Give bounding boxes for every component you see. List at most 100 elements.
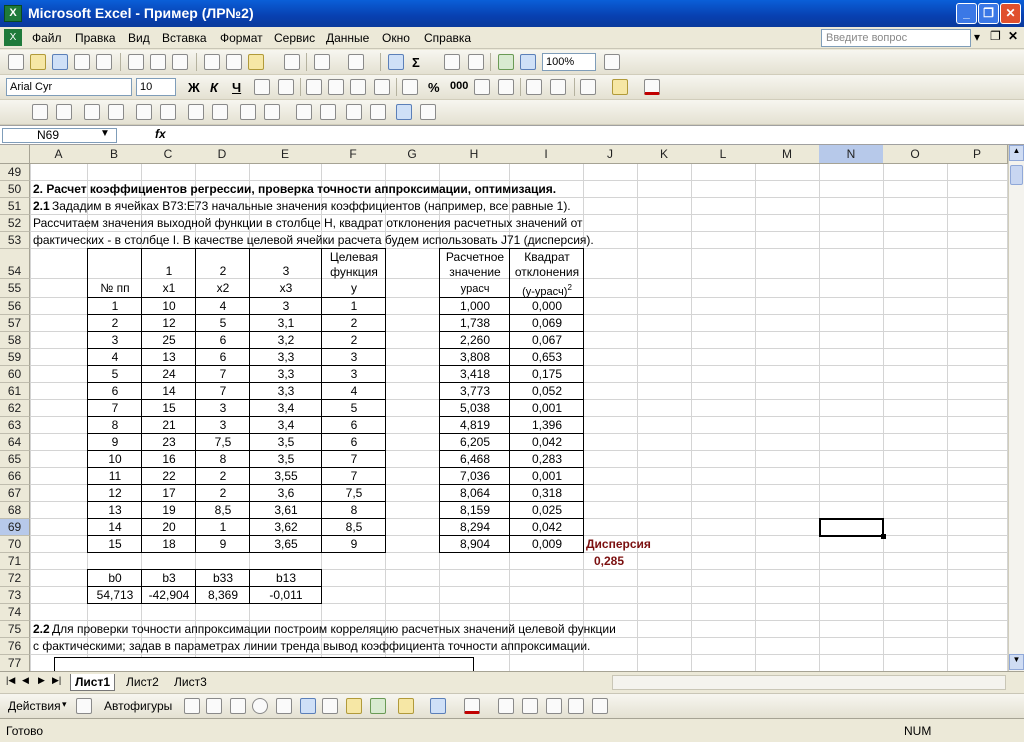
row-header-74[interactable]: 74: [0, 604, 30, 621]
column-header-p[interactable]: P: [947, 145, 1008, 164]
scroll-up-icon[interactable]: ▲: [1009, 145, 1024, 161]
increase-decimal-icon[interactable]: [474, 79, 490, 95]
column-header-f[interactable]: F: [321, 145, 386, 164]
row-header-73[interactable]: 73: [0, 587, 30, 604]
tab-sheet1[interactable]: Лист1: [70, 674, 116, 691]
horizontal-scrollbar[interactable]: [612, 675, 1006, 690]
row-header-65[interactable]: 65: [0, 451, 30, 468]
row-header-54[interactable]: 54: [0, 249, 30, 279]
diagram-icon[interactable]: [322, 698, 338, 714]
chart-frame[interactable]: [54, 657, 474, 671]
cut-icon[interactable]: [204, 54, 220, 70]
text-box-icon[interactable]: [276, 698, 292, 714]
vertical-scrollbar[interactable]: ▲ ▼: [1008, 145, 1024, 671]
column-header-c[interactable]: C: [141, 145, 196, 164]
font-size-select[interactable]: 10: [136, 78, 176, 96]
menu-data[interactable]: Данные: [326, 31, 369, 45]
select-all-corner[interactable]: [0, 145, 30, 164]
close-button[interactable]: ✕: [1000, 3, 1021, 24]
percent-button[interactable]: %: [428, 80, 440, 95]
select-objects-icon[interactable]: [76, 698, 92, 714]
edit-box-icon[interactable]: [56, 104, 72, 120]
row-header-61[interactable]: 61: [0, 383, 30, 400]
scroll-bar-icon[interactable]: [296, 104, 312, 120]
tab-sheet2[interactable]: Лист2: [122, 674, 163, 690]
fill-handle[interactable]: [881, 534, 886, 539]
email-icon[interactable]: [96, 54, 112, 70]
oval-icon[interactable]: [252, 698, 268, 714]
column-header-e[interactable]: E: [249, 145, 322, 164]
decrease-decimal-icon[interactable]: [498, 79, 514, 95]
arrow-style-icon[interactable]: [546, 698, 562, 714]
new-icon[interactable]: [8, 54, 24, 70]
checkbox-icon[interactable]: [136, 104, 152, 120]
row-header-55[interactable]: 55: [0, 279, 30, 298]
spelling-icon[interactable]: [172, 54, 188, 70]
print-icon[interactable]: [128, 54, 144, 70]
question-input[interactable]: Введите вопрос: [821, 29, 971, 47]
actions-dropdown-icon[interactable]: ▾: [62, 699, 67, 710]
column-header-j[interactable]: J: [583, 145, 638, 164]
first-sheet-icon[interactable]: |◀: [6, 675, 15, 686]
column-header-b[interactable]: B: [87, 145, 142, 164]
menu-help[interactable]: Справка: [424, 31, 471, 45]
open-icon[interactable]: [30, 54, 46, 70]
row-header-68[interactable]: 68: [0, 502, 30, 519]
font-select[interactable]: Arial Cyr: [6, 78, 132, 96]
line-style-icon[interactable]: [498, 698, 514, 714]
arrow-icon[interactable]: [206, 698, 222, 714]
column-header-n[interactable]: N: [819, 145, 884, 164]
next-sheet-icon[interactable]: ▶: [38, 675, 45, 686]
row-header-77[interactable]: 77: [0, 655, 30, 671]
row-header-64[interactable]: 64: [0, 434, 30, 451]
excel-app-icon[interactable]: X: [4, 5, 22, 22]
control-properties-icon[interactable]: [346, 104, 362, 120]
minimize-button[interactable]: _: [956, 3, 977, 24]
doc-restore-icon[interactable]: ❐: [990, 29, 1001, 43]
decrease-indent-icon[interactable]: [526, 79, 542, 95]
column-header-o[interactable]: O: [883, 145, 948, 164]
row-header-53[interactable]: 53: [0, 232, 30, 249]
fx-icon[interactable]: fx: [155, 127, 166, 141]
doc-close-icon[interactable]: ✕: [1008, 29, 1018, 43]
grow-font-icon[interactable]: [254, 79, 270, 95]
row-header-60[interactable]: 60: [0, 366, 30, 383]
worksheet-grid[interactable]: A B C D E F G H I J K L M N O P 49 50 51 52 53 54 55 56 57 58 59 60…: [0, 145, 1008, 671]
scroll-thumb[interactable]: [1010, 165, 1023, 185]
dash-style-icon[interactable]: [522, 698, 538, 714]
help-icon[interactable]: [604, 54, 620, 70]
drawing-icon[interactable]: [520, 54, 536, 70]
row-header-49[interactable]: 49: [0, 164, 30, 181]
restore-button[interactable]: ❐: [978, 3, 999, 24]
underline-button[interactable]: Ч: [232, 80, 241, 95]
scroll-down-icon[interactable]: ▼: [1009, 654, 1024, 670]
menu-file[interactable]: Файл: [32, 31, 62, 45]
column-header-g[interactable]: G: [385, 145, 440, 164]
save-icon[interactable]: [52, 54, 68, 70]
row-header-57[interactable]: 57: [0, 315, 30, 332]
combo-dropdown-icon[interactable]: [264, 104, 280, 120]
column-header-d[interactable]: D: [195, 145, 250, 164]
3d-icon[interactable]: [592, 698, 608, 714]
group-box-icon[interactable]: [84, 104, 100, 120]
prev-sheet-icon[interactable]: ◀: [22, 675, 29, 686]
row-header-71[interactable]: 71: [0, 553, 30, 570]
combo-box-icon[interactable]: [212, 104, 228, 120]
column-header-a[interactable]: A: [30, 145, 88, 164]
increase-indent-icon[interactable]: [550, 79, 566, 95]
bold-button[interactable]: Ж: [188, 80, 200, 95]
hyperlink-icon[interactable]: [388, 54, 404, 70]
row-header-63[interactable]: 63: [0, 417, 30, 434]
fill-color-icon[interactable]: [612, 79, 628, 95]
print-preview-icon[interactable]: [150, 54, 166, 70]
row-header-58[interactable]: 58: [0, 332, 30, 349]
row-header-72[interactable]: 72: [0, 570, 30, 587]
row-header-75[interactable]: 75: [0, 621, 30, 638]
row-header-70[interactable]: 70: [0, 536, 30, 553]
run-dialog-icon[interactable]: [420, 104, 436, 120]
permission-icon[interactable]: [74, 54, 90, 70]
list-box-icon[interactable]: [188, 104, 204, 120]
line-color-icon[interactable]: [430, 698, 446, 714]
row-header-59[interactable]: 59: [0, 349, 30, 366]
align-right-icon[interactable]: [350, 79, 366, 95]
